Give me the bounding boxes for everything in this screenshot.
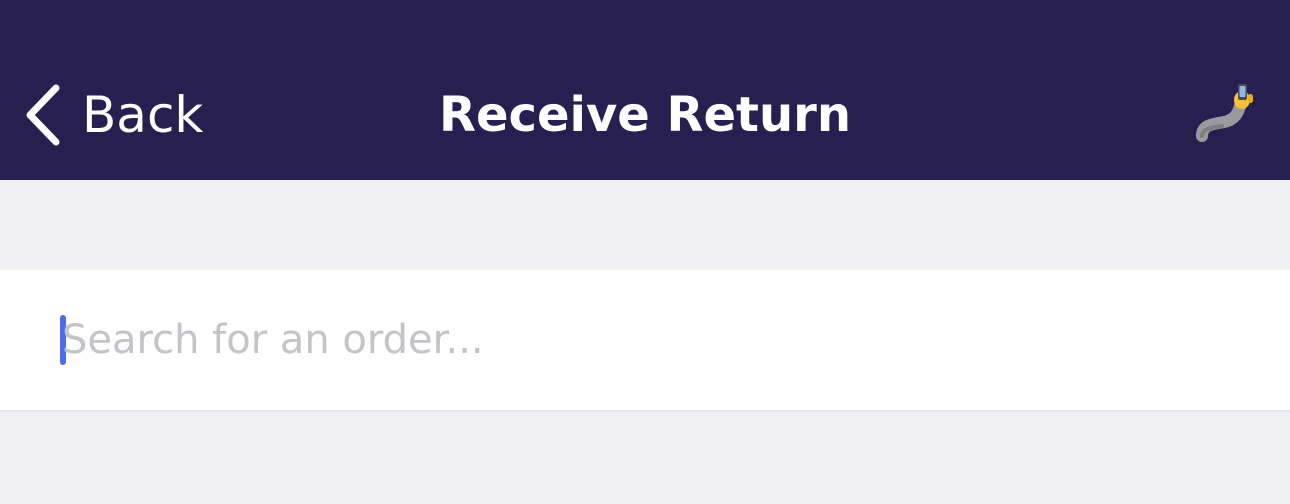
chevron-left-icon [26,84,60,146]
search-input[interactable] [62,310,1242,370]
selfie-icon[interactable] [1196,80,1262,146]
back-button[interactable]: Back [22,80,203,150]
navigation-bar: Back Receive Return [0,0,1290,180]
search-bar [0,270,1290,412]
back-label: Back [82,86,204,144]
